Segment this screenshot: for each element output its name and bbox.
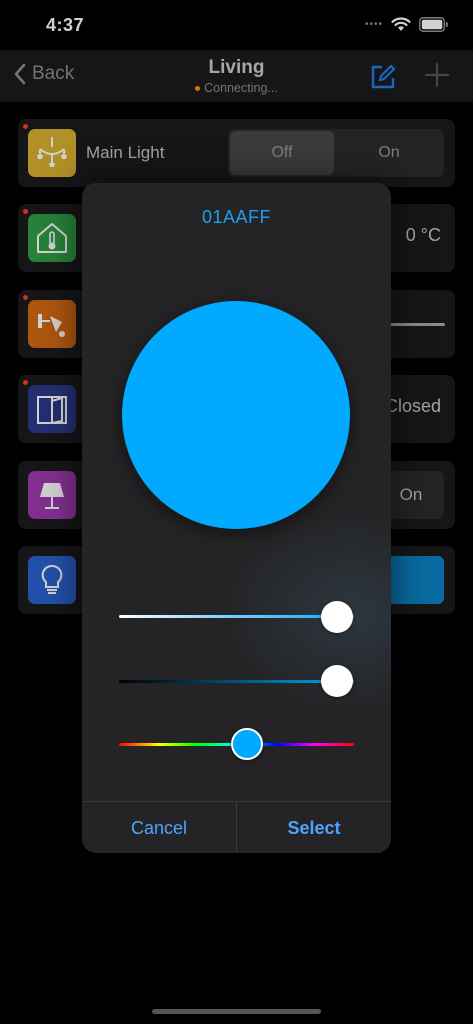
saturation-slider-knob[interactable]	[321, 601, 353, 633]
saturation-slider-track[interactable]	[119, 615, 354, 618]
dialog-footer: Cancel Select	[82, 801, 391, 853]
background-glow	[222, 513, 391, 713]
home-indicator	[152, 1009, 321, 1014]
hex-value: 01AAFF	[201, 207, 272, 227]
brightness-slider-knob[interactable]	[321, 665, 353, 697]
color-picker-dialog: 01AAFF Cancel Select	[82, 183, 391, 853]
brightness-slider-track[interactable]	[119, 680, 354, 683]
select-button[interactable]: Select	[237, 802, 391, 853]
cancel-button[interactable]: Cancel	[82, 802, 236, 853]
hue-slider-knob[interactable]	[231, 728, 263, 760]
color-preview-circle	[122, 301, 350, 529]
